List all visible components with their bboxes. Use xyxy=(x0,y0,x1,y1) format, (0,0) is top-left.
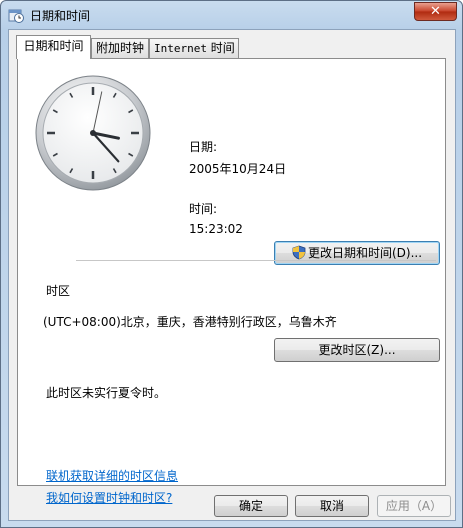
tab-label-cn: 时间 xyxy=(206,41,235,55)
change-timezone-button[interactable]: 更改时区(Z)... xyxy=(274,338,440,362)
time-value: 15:23:02 xyxy=(189,222,243,236)
time-label-prefix: 时 xyxy=(189,202,202,216)
time-label-suffix: 间: xyxy=(201,202,218,216)
dialog-window: 日期和时间 ✕ 日期和时间 附加时钟 Internet 时间 日期: 2005年… xyxy=(0,0,463,528)
time-label: 时间: xyxy=(189,200,217,217)
cancel-label: 取消 xyxy=(319,499,344,513)
tab-internet-time[interactable]: Internet 时间 xyxy=(149,38,239,58)
timezone-section-label: 时区 xyxy=(46,284,71,298)
analog-clock xyxy=(35,75,151,191)
tab-additional-clocks[interactable]: 附加时钟 xyxy=(91,38,149,58)
tab-label: 日期和时间 xyxy=(23,39,84,53)
ok-label: 确定 xyxy=(238,499,263,513)
ok-button[interactable]: 确定 xyxy=(214,495,288,517)
apply-label: 应用（A） xyxy=(385,499,443,513)
change-timezone-label: 更改时区(Z)... xyxy=(318,343,396,357)
datetime-app-icon xyxy=(8,9,24,23)
tab-panel: 日期: 2005年10月24日 时间: 15:23:02 更改日期和时间(D).… xyxy=(17,58,446,505)
cancel-button[interactable]: 取消 xyxy=(295,495,369,517)
tab-date-time[interactable]: 日期和时间 xyxy=(16,35,91,59)
apply-button[interactable]: 应用（A） xyxy=(377,495,451,517)
tab-label: 附加时钟 xyxy=(96,41,145,55)
section-divider xyxy=(76,260,436,261)
timezone-info-link[interactable]: 联机获取详细的时区信息 xyxy=(46,467,178,484)
title-bar[interactable]: 日期和时间 ✕ xyxy=(1,1,462,29)
close-icon: ✕ xyxy=(430,4,441,19)
change-date-time-label: 更改日期和时间(D)... xyxy=(307,246,423,260)
change-date-time-button[interactable]: 更改日期和时间(D)... xyxy=(274,241,440,265)
timezone-value: (UTC+08:00)北京，重庆，香港特别行政区，乌鲁木齐 xyxy=(43,315,337,329)
dialog-client: 日期和时间 附加时钟 Internet 时间 日期: 2005年10月24日 时… xyxy=(8,29,456,521)
dst-note: 此时区未实行夏令时。 xyxy=(46,386,167,400)
date-label: 日期: xyxy=(189,140,218,154)
date-value: 2005年10月24日 xyxy=(189,162,287,176)
close-button[interactable]: ✕ xyxy=(414,2,457,21)
uac-shield-icon xyxy=(292,245,306,260)
help-link[interactable]: 我如何设置时钟和时区? xyxy=(46,489,172,506)
window-title: 日期和时间 xyxy=(30,9,91,23)
tab-label-latin: Internet xyxy=(154,42,207,55)
